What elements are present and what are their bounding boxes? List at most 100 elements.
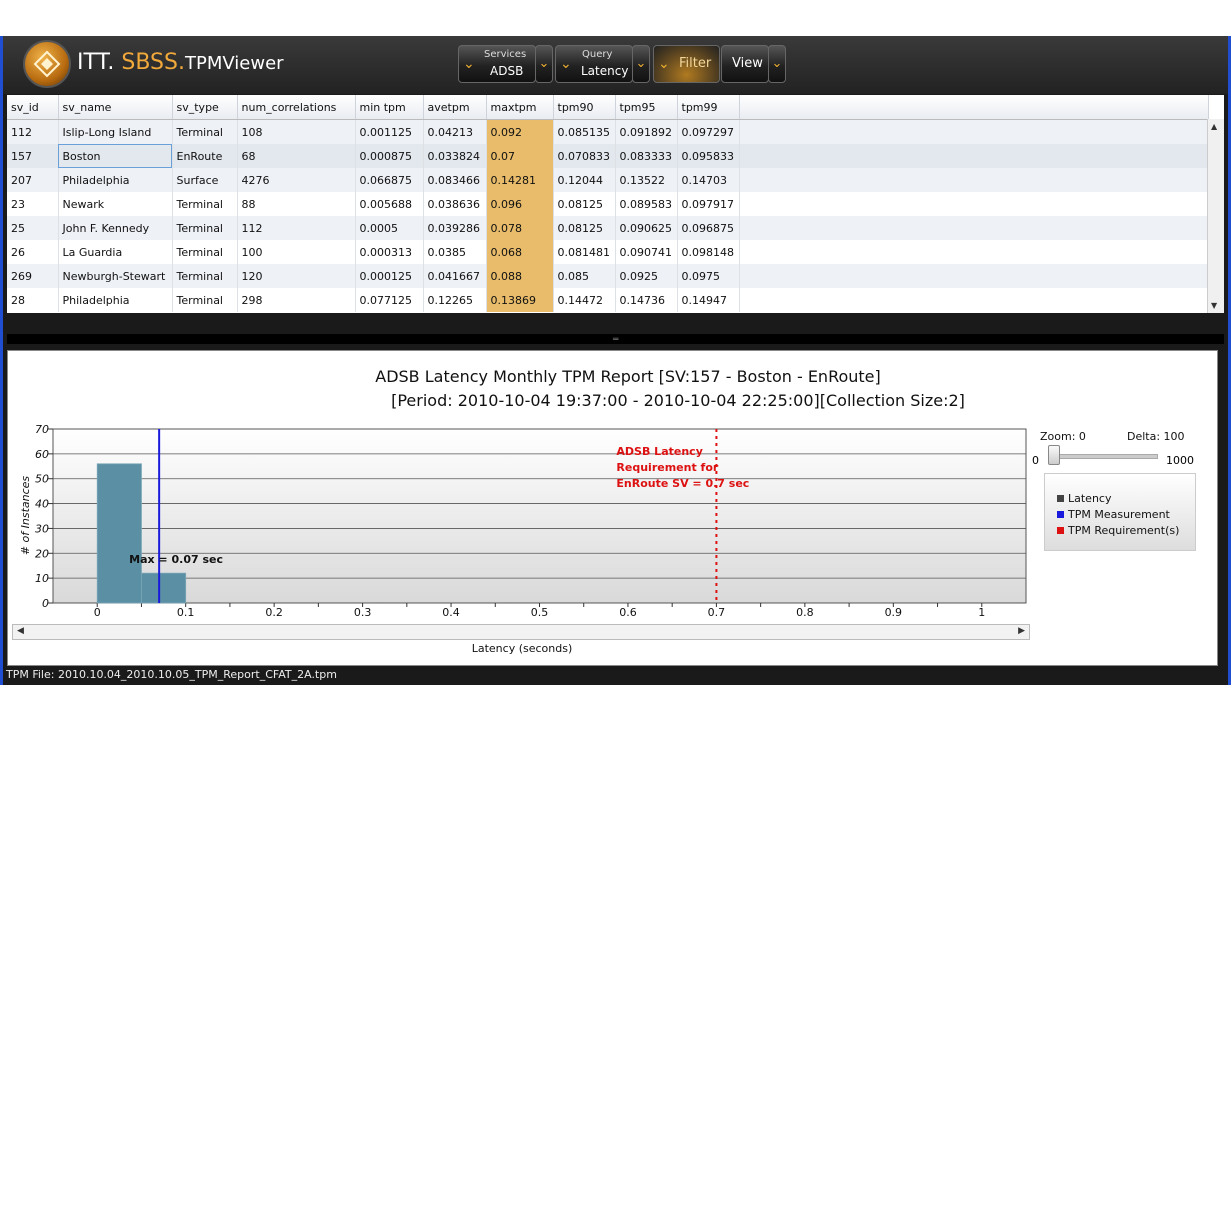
table-cell[interactable]: 0.091892: [615, 119, 678, 144]
table-cell[interactable]: 0.068: [486, 240, 554, 264]
scroll-down-icon[interactable]: ▼: [1211, 301, 1217, 310]
table-cell[interactable]: 0.090741: [615, 240, 678, 264]
table-cell[interactable]: 0.090625: [615, 216, 678, 240]
table-row[interactable]: 269 Newburgh-Stewart Terminal 120 0.000125 0.…: [7, 264, 1209, 288]
table-cell[interactable]: La Guardia: [58, 240, 173, 264]
column-header[interactable]: tpm99: [677, 95, 740, 120]
table-cell[interactable]: 0.041667: [423, 264, 487, 288]
services-button[interactable]: ⌄ Services ADSB: [458, 45, 536, 83]
filter-button[interactable]: ⌄ Filter: [653, 45, 720, 83]
table-row[interactable]: 23 Newark Terminal 88 0.005688 0.038636 0.096 0…: [7, 192, 1209, 216]
table-cell[interactable]: 0.033824: [423, 144, 487, 168]
scroll-right-icon[interactable]: ▶: [1018, 626, 1025, 636]
table-cell[interactable]: 0.085135: [553, 119, 616, 144]
table-cell[interactable]: Philadelphia: [58, 288, 173, 312]
slider-track[interactable]: [1048, 454, 1158, 459]
scroll-up-icon[interactable]: ▲: [1211, 122, 1217, 131]
table-cell[interactable]: 0.13869: [486, 288, 554, 312]
table-cell[interactable]: 0.083333: [615, 144, 678, 168]
table-cell[interactable]: Terminal: [172, 216, 238, 240]
table-row[interactable]: 25 John F. Kennedy Terminal 112 0.0005 0.0392…: [7, 216, 1209, 240]
zoom-slider[interactable]: [1048, 445, 1158, 467]
table-cell[interactable]: 0.085: [553, 264, 616, 288]
column-header[interactable]: sv_name: [58, 95, 173, 120]
table-row[interactable]: 112 Islip-Long Island Terminal 108 0.001125 0…: [7, 119, 1209, 144]
column-header[interactable]: num_correlations: [237, 95, 356, 120]
column-header[interactable]: avetpm: [423, 95, 487, 120]
table-cell[interactable]: 0.0385: [423, 240, 487, 264]
table-cell[interactable]: 0.07: [486, 144, 554, 168]
table-row[interactable]: 207 Philadelphia Surface 4276 0.066875 0.0834…: [7, 168, 1209, 192]
table-cell[interactable]: Terminal: [172, 192, 238, 216]
panel-splitter[interactable]: ═: [7, 334, 1224, 345]
table-cell[interactable]: 25: [7, 216, 59, 240]
table-cell[interactable]: Terminal: [172, 240, 238, 264]
column-header[interactable]: min tpm: [355, 95, 424, 120]
table-cell[interactable]: Terminal: [172, 288, 238, 312]
table-cell[interactable]: Newburgh-Stewart: [58, 264, 173, 288]
table-cell[interactable]: 0.097297: [677, 119, 740, 144]
table-cell[interactable]: 0.000875: [355, 144, 424, 168]
table-cell[interactable]: 269: [7, 264, 59, 288]
view-button[interactable]: View: [721, 45, 769, 83]
table-cell[interactable]: 0.08125: [553, 216, 616, 240]
table-cell[interactable]: 0.039286: [423, 216, 487, 240]
table-cell[interactable]: 4276: [237, 168, 356, 192]
table-cell[interactable]: 88: [237, 192, 356, 216]
table-cell[interactable]: 112: [237, 216, 356, 240]
table-cell[interactable]: 26: [7, 240, 59, 264]
view-dropdown-arrow[interactable]: ⌄: [768, 45, 786, 83]
table-cell[interactable]: 0.000125: [355, 264, 424, 288]
table-cell[interactable]: John F. Kennedy: [58, 216, 173, 240]
scroll-left-icon[interactable]: ◀: [17, 626, 24, 636]
table-cell[interactable]: 0.077125: [355, 288, 424, 312]
table-cell[interactable]: 0.14472: [553, 288, 616, 312]
table-cell[interactable]: 0.038636: [423, 192, 487, 216]
table-cell[interactable]: 207: [7, 168, 59, 192]
table-cell[interactable]: 0.0925: [615, 264, 678, 288]
table-cell[interactable]: 0.13522: [615, 168, 678, 192]
table-cell[interactable]: 0.04213: [423, 119, 487, 144]
table-cell[interactable]: 157: [7, 144, 59, 168]
table-cell[interactable]: 0.097917: [677, 192, 740, 216]
table-cell[interactable]: 0.12265: [423, 288, 487, 312]
table-cell[interactable]: 0.095833: [677, 144, 740, 168]
table-cell[interactable]: 112: [7, 119, 59, 144]
table-cell[interactable]: 0.089583: [615, 192, 678, 216]
column-header[interactable]: tpm95: [615, 95, 678, 120]
table-cell[interactable]: 298: [237, 288, 356, 312]
table-cell[interactable]: 0.14281: [486, 168, 554, 192]
table-cell[interactable]: 0.0975: [677, 264, 740, 288]
table-cell[interactable]: 28: [7, 288, 59, 312]
query-dropdown-arrow[interactable]: ⌄: [632, 45, 650, 83]
table-cell[interactable]: 23: [7, 192, 59, 216]
table-cell[interactable]: 68: [237, 144, 356, 168]
table-cell[interactable]: 120: [237, 264, 356, 288]
table-cell[interactable]: EnRoute: [172, 144, 238, 168]
table-cell[interactable]: 0.066875: [355, 168, 424, 192]
table-cell[interactable]: Boston: [58, 144, 173, 168]
table-cell[interactable]: 0.12044: [553, 168, 616, 192]
table-cell[interactable]: 0.078: [486, 216, 554, 240]
table-cell[interactable]: Newark: [58, 192, 173, 216]
table-cell[interactable]: 100: [237, 240, 356, 264]
column-header[interactable]: sv_id: [7, 95, 59, 120]
table-cell[interactable]: 0.14703: [677, 168, 740, 192]
services-dropdown-arrow[interactable]: ⌄: [535, 45, 553, 83]
table-cell[interactable]: 0.08125: [553, 192, 616, 216]
table-cell[interactable]: 0.000313: [355, 240, 424, 264]
table-row[interactable]: 26 La Guardia Terminal 100 0.000313 0.0385 0.0…: [7, 240, 1209, 264]
table-cell[interactable]: Surface: [172, 168, 238, 192]
table-row[interactable]: 28 Philadelphia Terminal 298 0.077125 0.12265…: [7, 288, 1209, 312]
table-cell[interactable]: 0.088: [486, 264, 554, 288]
table-cell[interactable]: 0.14736: [615, 288, 678, 312]
column-header[interactable]: sv_type: [172, 95, 238, 120]
table-cell[interactable]: 0.081481: [553, 240, 616, 264]
table-cell[interactable]: 0.096875: [677, 216, 740, 240]
column-header[interactable]: maxtpm: [486, 95, 554, 120]
table-cell[interactable]: 108: [237, 119, 356, 144]
table-row[interactable]: 157 Boston EnRoute 68 0.000875 0.033824 0.07 0.…: [7, 144, 1209, 168]
grid-vertical-scrollbar[interactable]: ▲ ▼: [1207, 119, 1224, 313]
table-cell[interactable]: 0.001125: [355, 119, 424, 144]
table-cell[interactable]: 0.14947: [677, 288, 740, 312]
